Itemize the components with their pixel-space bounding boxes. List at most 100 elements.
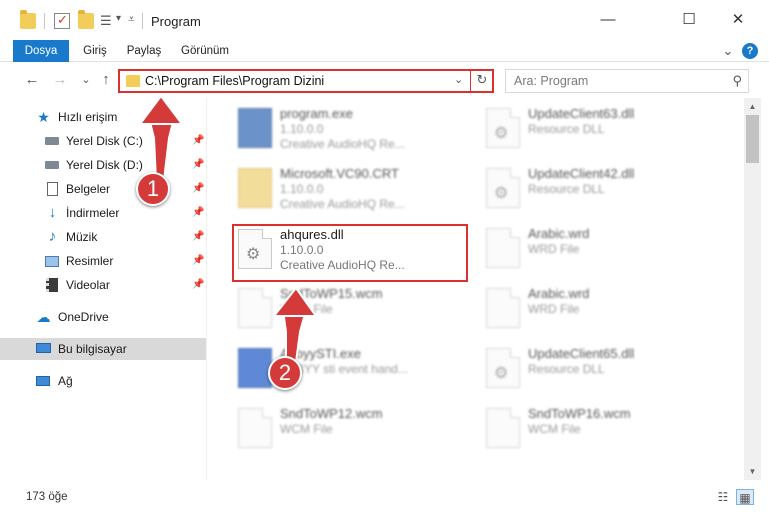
folder-icon[interactable]: [20, 10, 36, 29]
drive-icon: [45, 158, 60, 172]
folder-icon: [238, 168, 272, 208]
list-item[interactable]: SndToWP16.wcm WCM File: [482, 402, 717, 454]
music-icon: ♪: [48, 228, 57, 245]
pin-icon[interactable]: 📌: [192, 154, 204, 176]
list-item[interactable]: ⚙ UpdateClient63.dll Resource DLL: [482, 102, 717, 154]
file-icon: [238, 288, 272, 328]
gear-icon: ⚙: [494, 125, 509, 142]
sidebar-item-onedrive[interactable]: ☁ OneDrive: [0, 306, 206, 328]
separator: [44, 13, 45, 29]
sidebar-item-documents[interactable]: Belgeler 📌: [0, 178, 206, 200]
file-version: 1.10.0.0: [280, 182, 324, 196]
tab-view[interactable]: Görünüm: [175, 40, 235, 62]
up-button[interactable]: ↑: [96, 70, 116, 90]
tab-file[interactable]: Dosya: [13, 40, 69, 62]
chevron-down-icon[interactable]: ⌄: [454, 73, 463, 86]
forward-button[interactable]: →: [50, 70, 70, 90]
separator: [470, 71, 471, 91]
maximize-button[interactable]: ☐: [666, 0, 712, 40]
file-name: SndToWP16.wcm: [528, 406, 631, 421]
tab-share[interactable]: Paylaş: [118, 40, 170, 62]
list-view-icon[interactable]: ☰: [100, 13, 112, 29]
file-name: UpdateClient63.dll: [528, 106, 635, 121]
file-name: Arabic.wrd: [528, 286, 590, 301]
sidebar-item-drive-c[interactable]: Yerel Disk (C:) 📌: [0, 130, 206, 152]
file-name: Arabic.wrd: [528, 226, 590, 241]
pin-icon[interactable]: 📌: [192, 130, 204, 152]
pin-icon[interactable]: 📌: [192, 274, 204, 296]
dll-icon: ⚙: [486, 168, 520, 208]
sidebar-item-this-pc[interactable]: Bu bilgisayar: [0, 338, 206, 360]
dll-icon: ⚙: [486, 348, 520, 388]
scrollbar-thumb[interactable]: [746, 115, 759, 163]
file-name: Microsoft.VC90.CRT: [280, 166, 399, 181]
list-item[interactable]: Arabic.wrd WRD File: [482, 282, 717, 334]
refresh-icon[interactable]: ↻: [473, 72, 491, 88]
sidebar-item-network[interactable]: Ağ: [0, 370, 206, 392]
sidebar-item-label: Resimler: [66, 254, 114, 268]
search-input[interactable]: Ara: Program ⚲: [505, 69, 749, 93]
properties-icon[interactable]: [54, 12, 70, 29]
scroll-down-icon[interactable]: ▼: [744, 463, 761, 480]
sidebar-item-label: OneDrive: [58, 310, 109, 324]
list-item[interactable]: ⚙ UpdateClient42.dll Resource DLL: [482, 162, 717, 214]
tiles-view-icon[interactable]: ▦: [736, 489, 754, 505]
address-bar[interactable]: C:\Program Files\Program Dizini ⌄ ↻: [118, 69, 494, 93]
search-icon[interactable]: ⚲: [732, 73, 742, 89]
navigation-bar: ← → ⌄ ↑ C:\Program Files\Program Dizini …: [0, 62, 769, 98]
sidebar-item-pictures[interactable]: Resimler 📌: [0, 250, 206, 272]
tab-home[interactable]: Giriş: [75, 40, 115, 62]
sidebar-item-label: Yerel Disk (C:): [66, 134, 143, 148]
documents-icon: [45, 182, 60, 196]
minimize-button[interactable]: —: [585, 0, 631, 40]
gear-icon: ⚙: [494, 185, 509, 202]
list-item[interactable]: SndToWP12.wcm WCM File: [234, 402, 469, 454]
list-item[interactable]: Microsoft.VC90.CRT 1.10.0.0 Creative Aud…: [234, 162, 469, 214]
back-button[interactable]: ←: [22, 70, 42, 90]
pin-icon[interactable]: 📌: [192, 202, 204, 224]
recent-locations-button[interactable]: ⌄: [76, 70, 96, 90]
sidebar-item-videos[interactable]: Videolar 📌: [0, 274, 206, 296]
chevron-down-icon[interactable]: ⌄: [720, 43, 736, 59]
list-item[interactable]: ⚙ UpdateClient65.dll Resource DLL: [482, 342, 717, 394]
scroll-up-icon[interactable]: ▲: [744, 98, 761, 115]
help-icon[interactable]: ?: [742, 43, 758, 59]
file-name: UpdateClient65.dll: [528, 346, 635, 361]
sidebar-item-quick-access[interactable]: ★ Hızlı erişim: [0, 106, 206, 128]
sidebar-item-downloads[interactable]: ↓ İndirmeler 📌: [0, 202, 206, 224]
sidebar-item-drive-d[interactable]: Yerel Disk (D:) 📌: [0, 154, 206, 176]
pin-icon[interactable]: 📌: [192, 250, 204, 272]
sidebar-item-label: Müzik: [66, 230, 98, 244]
file-description: WCM File: [280, 422, 333, 436]
list-item[interactable]: SndToWP15.wcm WCM File: [234, 282, 469, 334]
pictures-icon: [45, 254, 60, 268]
chevron-down-icon[interactable]: ▾: [116, 13, 121, 24]
item-count: 173 öğe: [26, 491, 68, 503]
customize-toolbar-icon[interactable]: ⩡: [128, 12, 135, 27]
file-description: WRD File: [528, 242, 580, 256]
gear-icon: ⚙: [494, 365, 509, 382]
videos-icon: [45, 278, 60, 292]
close-button[interactable]: ✕: [715, 0, 761, 40]
vertical-scrollbar[interactable]: ▲ ▼: [744, 98, 761, 480]
file-list: program.exe 1.10.0.0 Creative AudioHQ Re…: [208, 98, 744, 480]
file-description: Creative AudioHQ Re...: [280, 137, 405, 151]
file-description: WCM File: [528, 422, 581, 436]
pin-icon[interactable]: 📌: [192, 226, 204, 248]
file-icon: [238, 408, 272, 448]
pin-icon[interactable]: 📌: [192, 178, 204, 200]
sidebar-item-music[interactable]: ♪ Müzik 📌: [0, 226, 206, 248]
new-folder-icon[interactable]: [78, 10, 94, 29]
folder-icon: [126, 75, 140, 87]
sidebar-item-label: İndirmeler: [66, 206, 120, 220]
address-path[interactable]: C:\Program Files\Program Dizini: [145, 74, 324, 88]
search-placeholder: Ara: Program: [514, 74, 589, 88]
file-icon: [486, 408, 520, 448]
sidebar-item-label: Hızlı erişim: [58, 110, 118, 124]
file-description: WCM File: [280, 302, 333, 316]
sidebar-item-label: Videolar: [66, 278, 110, 292]
cloud-icon: ☁: [36, 309, 51, 325]
details-view-icon[interactable]: ☷: [714, 489, 732, 505]
list-item[interactable]: Arabic.wrd WRD File: [482, 222, 717, 274]
list-item[interactable]: program.exe 1.10.0.0 Creative AudioHQ Re…: [234, 102, 469, 154]
